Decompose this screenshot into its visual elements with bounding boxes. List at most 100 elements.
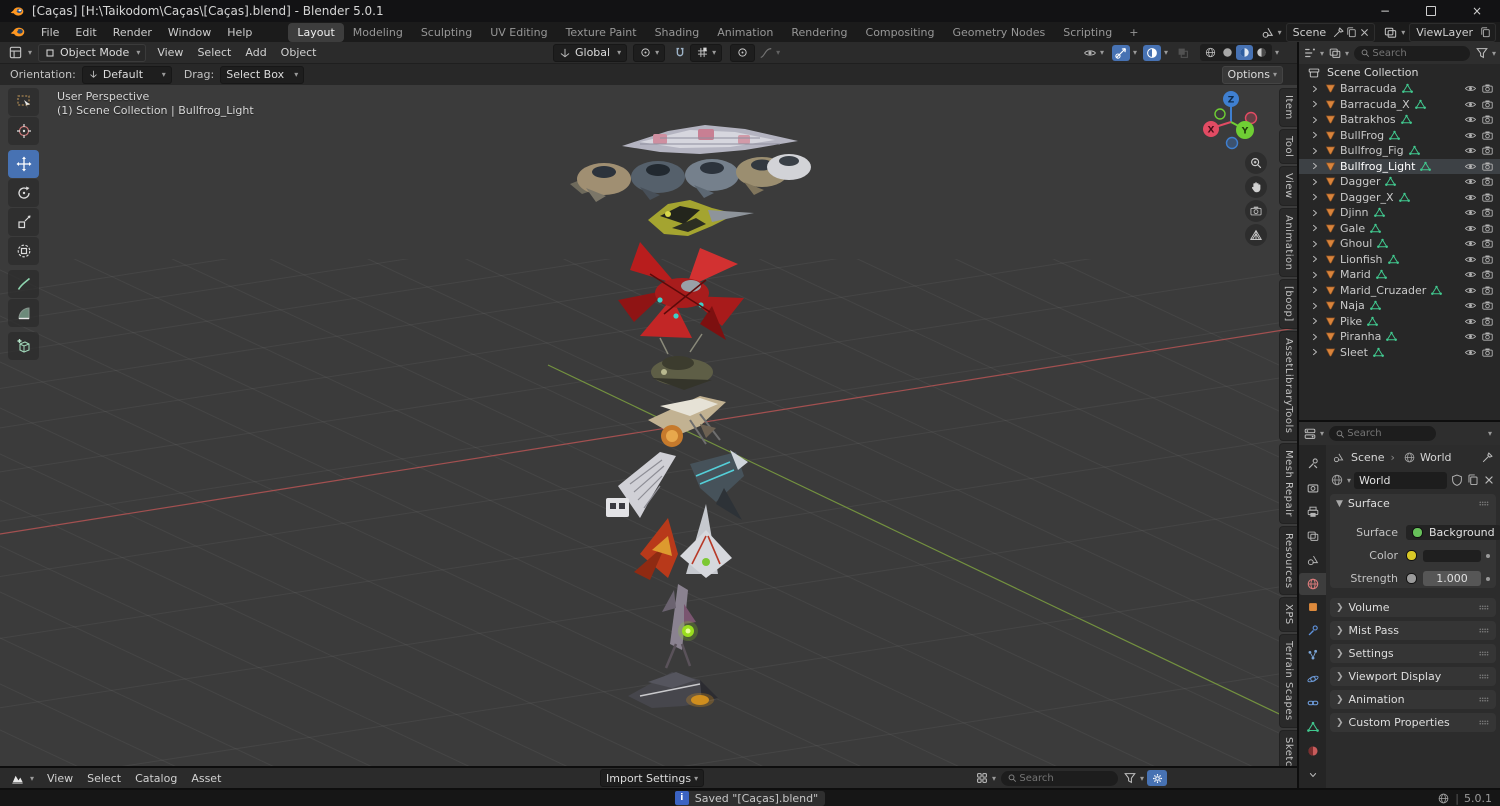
disable-in-render-camera-icon[interactable] <box>1481 98 1494 111</box>
sidebar-tab[interactable]: XPS <box>1279 597 1297 632</box>
viewport-menu-item[interactable]: Add <box>238 43 273 62</box>
tool-cursor[interactable] <box>8 117 39 145</box>
ship-vertical-thin[interactable] <box>662 584 698 669</box>
disable-in-render-camera-icon[interactable] <box>1481 82 1494 95</box>
collapsed-panel[interactable]: ❯ Animation <box>1330 690 1496 709</box>
collection-name[interactable]: Marid <box>1340 268 1371 281</box>
expand-chevron-icon[interactable] <box>1309 145 1321 157</box>
hide-in-viewport-eye-icon[interactable] <box>1464 129 1477 142</box>
copy-icon[interactable] <box>1345 26 1358 39</box>
collection-name[interactable]: Barracuda_X <box>1340 98 1410 111</box>
scene-selector[interactable]: Scene <box>1285 22 1376 42</box>
color-field[interactable] <box>1423 549 1481 562</box>
display-size-icon[interactable] <box>975 771 989 785</box>
collection-name[interactable]: Lionfish <box>1340 253 1383 266</box>
outliner-collection-row[interactable]: Dagger <box>1299 174 1500 190</box>
disable-in-render-camera-icon[interactable] <box>1481 253 1494 266</box>
menu-item[interactable]: Edit <box>67 23 104 42</box>
navigation-gizmo[interactable]: Z X Y <box>1198 88 1262 152</box>
collection-name[interactable]: Djinn <box>1340 206 1369 219</box>
workspace-tab[interactable]: Modeling <box>344 23 412 42</box>
collection-name[interactable]: Bullfrog_Light <box>1340 160 1415 173</box>
hide-in-viewport-eye-icon[interactable] <box>1464 144 1477 157</box>
expand-chevron-icon[interactable] <box>1309 331 1321 343</box>
add-workspace-button[interactable]: + <box>1121 23 1146 42</box>
expand-chevron-icon[interactable] <box>1309 191 1321 203</box>
viewlayer-selector[interactable]: ViewLayer <box>1409 22 1496 42</box>
drag-dots-icon[interactable] <box>1477 716 1490 729</box>
display-mode-icon[interactable] <box>1303 46 1317 60</box>
disable-in-render-camera-icon[interactable] <box>1481 268 1494 281</box>
tool-measure[interactable] <box>8 299 39 327</box>
shading-solid-button[interactable] <box>1219 45 1236 60</box>
asset-search-input[interactable] <box>1017 771 1113 785</box>
drag-dots-icon[interactable] <box>1477 601 1490 614</box>
tool-annotate[interactable] <box>8 270 39 298</box>
expand-chevron-icon[interactable] <box>1309 238 1321 250</box>
collapsed-panel[interactable]: ❯ Viewport Display <box>1330 667 1496 686</box>
filter-funnel-icon[interactable] <box>1475 46 1489 60</box>
tab-object-data[interactable] <box>1299 716 1326 738</box>
hide-in-viewport-eye-icon[interactable] <box>1464 98 1477 111</box>
falloff-curve-icon[interactable] <box>759 46 773 60</box>
editor-type-icon[interactable] <box>8 45 23 60</box>
workspace-tab[interactable]: Shading <box>646 23 709 42</box>
scene-icon[interactable] <box>1260 25 1275 40</box>
disable-in-render-camera-icon[interactable] <box>1481 346 1494 359</box>
blender-menu-icon[interactable] <box>10 26 25 38</box>
asset-search[interactable] <box>1001 770 1119 786</box>
viewlayer-name[interactable]: ViewLayer <box>1413 26 1479 39</box>
outliner-collection-row[interactable]: Barracuda_X <box>1299 97 1500 113</box>
tab-render[interactable] <box>1299 477 1326 499</box>
disable-in-render-camera-icon[interactable] <box>1481 113 1494 126</box>
options-dropdown[interactable]: Options ▾ <box>1221 65 1283 84</box>
pan-hand-button[interactable] <box>1245 176 1267 198</box>
asset-menu-item[interactable]: View <box>40 769 80 788</box>
hide-in-viewport-eye-icon[interactable] <box>1464 346 1477 359</box>
world-name[interactable]: World <box>1359 474 1391 487</box>
sidebar-tab[interactable]: Terrain Scapes <box>1279 633 1297 728</box>
world-datablock-icon[interactable] <box>1330 473 1344 487</box>
filter-display-icon[interactable] <box>1328 46 1342 60</box>
workspace-tab[interactable]: Rendering <box>782 23 856 42</box>
asset-editor-icon[interactable] <box>10 771 25 786</box>
sidebar-tab[interactable]: [boop] <box>1279 279 1297 330</box>
disable-in-render-camera-icon[interactable] <box>1481 284 1494 297</box>
shading-material-button[interactable] <box>1235 45 1253 60</box>
workspace-tab[interactable]: Texture Paint <box>557 23 646 42</box>
outliner-collection-row[interactable]: Lionfish <box>1299 252 1500 268</box>
sidebar-tab[interactable]: Resources <box>1279 525 1297 596</box>
disable-in-render-camera-icon[interactable] <box>1481 191 1494 204</box>
collection-name[interactable]: Dagger_X <box>1340 191 1394 204</box>
surface-shader-dropdown[interactable]: Background <box>1406 525 1500 540</box>
workspace-tab[interactable]: Layout <box>288 22 344 42</box>
tab-modifiers[interactable] <box>1299 620 1326 642</box>
hide-in-viewport-eye-icon[interactable] <box>1464 268 1477 281</box>
collapsed-panel[interactable]: ❯ Custom Properties <box>1330 713 1496 732</box>
viewlayer-icon[interactable] <box>1383 25 1398 40</box>
outliner-collection-row[interactable]: Bullfrog_Fig <box>1299 143 1500 159</box>
outliner-collection-row[interactable]: Piranha <box>1299 329 1500 345</box>
collection-name[interactable]: Piranha <box>1340 330 1381 343</box>
collapsed-panel[interactable]: ❯ Mist Pass <box>1330 621 1496 640</box>
hide-in-viewport-eye-icon[interactable] <box>1464 237 1477 250</box>
disable-in-render-camera-icon[interactable] <box>1481 160 1494 173</box>
ship-row-sleek[interactable] <box>622 125 798 154</box>
proportional-editing-toggle[interactable] <box>730 43 756 62</box>
workspace-tab[interactable]: Sculpting <box>412 23 481 42</box>
hide-in-viewport-eye-icon[interactable] <box>1464 82 1477 95</box>
workspace-tab[interactable]: UV Editing <box>481 23 556 42</box>
outliner-collection-row[interactable]: Djinn <box>1299 205 1500 221</box>
shading-rendered-button[interactable] <box>1253 45 1270 60</box>
outliner-collection-row[interactable]: Barracuda <box>1299 81 1500 97</box>
world-name-field[interactable]: World <box>1354 471 1447 489</box>
workspace-tab[interactable]: Compositing <box>857 23 944 42</box>
animate-dot[interactable] <box>1486 553 1490 558</box>
drag-dots-icon[interactable] <box>1477 624 1490 637</box>
tool-add-primitive[interactable] <box>8 332 39 360</box>
disable-in-render-camera-icon[interactable] <box>1481 144 1494 157</box>
expand-chevron-icon[interactable] <box>1309 269 1321 281</box>
tab-view-layer[interactable] <box>1299 525 1326 547</box>
surface-panel-header[interactable]: ▼ Surface <box>1330 494 1496 513</box>
expand-chevron-icon[interactable] <box>1309 98 1321 110</box>
